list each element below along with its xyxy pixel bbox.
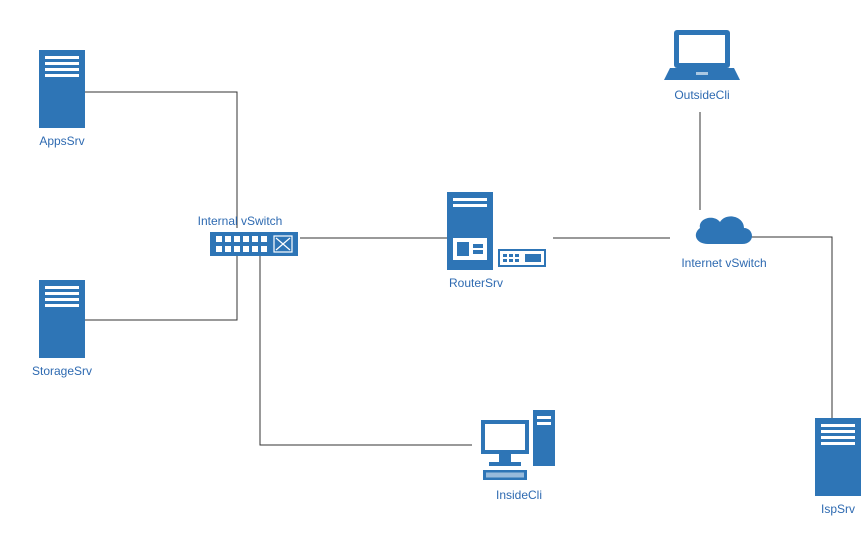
node-storage-srv: StorageSrv [22,280,102,378]
server-icon [39,280,85,358]
label-inside-cli: InsideCli [474,488,564,502]
cloud-icon [688,210,760,250]
node-apps-srv: AppsSrv [22,50,102,148]
router-icon [447,192,547,270]
node-internal-vswitch: Internal vSwitch [170,208,310,256]
node-internet-vswitch: Internet vSwitch [664,210,784,270]
switch-icon [210,232,298,256]
server-icon [815,418,861,496]
label-apps-srv: AppsSrv [22,134,102,148]
laptop-icon [664,30,740,82]
node-inside-cli: InsideCli [474,410,564,502]
label-isp-srv: IspSrv [808,502,865,516]
server-icon [39,50,85,128]
node-router-srv: RouterSrv [447,192,557,290]
node-outside-cli: OutsideCli [662,30,742,102]
label-router-srv: RouterSrv [449,276,557,290]
label-storage-srv: StorageSrv [22,364,102,378]
node-isp-srv: IspSrv [808,418,865,516]
label-internal-vswitch: Internal vSwitch [170,214,310,228]
label-outside-cli: OutsideCli [662,88,742,102]
desktop-icon [481,410,557,482]
label-internet-vswitch: Internet vSwitch [664,256,784,270]
